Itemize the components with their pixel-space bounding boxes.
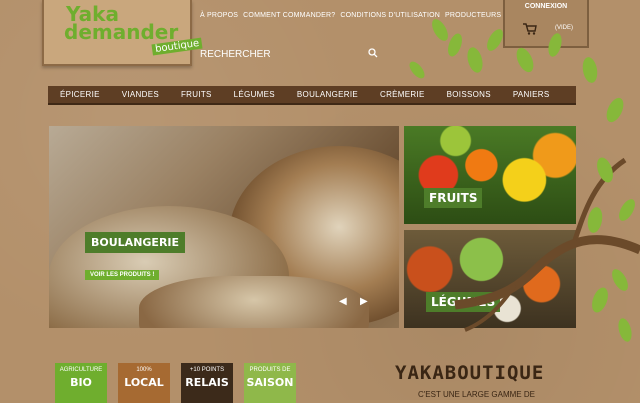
menu-boissons[interactable]: BOISSONS <box>447 90 491 99</box>
link-a-propos[interactable]: À PROPOS <box>200 12 238 19</box>
badge-big: LOCAL <box>124 376 164 389</box>
login-link[interactable]: CONNEXION <box>505 3 587 10</box>
badge-relais: +10 POINTS RELAIS <box>181 363 233 403</box>
link-comment-commander[interactable]: COMMENT COMMANDER? <box>243 12 335 19</box>
menu-boulangerie[interactable]: BOULANGERIE <box>297 90 358 99</box>
menu-paniers[interactable]: PANIERS <box>513 90 550 99</box>
link-producteurs[interactable]: PRODUCTEURS <box>445 12 501 19</box>
menu-fruits[interactable]: FRUITS <box>181 90 212 99</box>
cart-icon[interactable] <box>523 23 537 35</box>
badge-saison: PRODUITS DE SAISON <box>244 363 296 403</box>
fruits-label: FRUITS <box>424 188 483 208</box>
slider-prev-icon[interactable]: ◀ <box>339 296 347 307</box>
slider-cta-button[interactable]: VOIR LES PRODUITS ! <box>85 270 160 280</box>
badge-small: 100% <box>136 367 152 373</box>
menu-viandes[interactable]: VIANDES <box>122 90 159 99</box>
slider-next-icon[interactable]: ▶ <box>360 296 368 307</box>
cart-count: (VIDE) <box>555 25 573 31</box>
logo-line2: demander <box>64 20 179 44</box>
search-icon[interactable] <box>368 48 378 58</box>
site-logo[interactable]: Yaka demander boutique <box>42 0 203 66</box>
menu-epicerie[interactable]: ÉPICERIE <box>60 90 100 99</box>
badge-small: +10 POINTS <box>189 367 225 373</box>
search-bar <box>198 45 378 63</box>
about-tagline: C'EST UNE LARGE GAMME DE <box>418 390 535 399</box>
legumes-label: LÉGUMES <box>426 292 501 312</box>
badge-big: SAISON <box>246 376 294 389</box>
menu-legumes[interactable]: LÉGUMES <box>234 90 275 99</box>
link-conditions[interactable]: CONDITIONS D'UTILISATION <box>340 12 440 19</box>
account-box: CONNEXION (VIDE) <box>503 0 589 48</box>
menu-cremerie[interactable]: CRÈMERIE <box>380 90 425 99</box>
legumes-tile[interactable]: LÉGUMES <box>404 230 576 328</box>
top-links: À PROPOS COMMENT COMMANDER? CONDITIONS D… <box>200 12 501 19</box>
badge-local: 100% LOCAL <box>118 363 170 403</box>
bread-image <box>139 276 369 328</box>
badge-big: RELAIS <box>185 376 229 389</box>
main-menu: ÉPICERIE VIANDES FRUITS LÉGUMES BOULANGE… <box>48 86 576 105</box>
slider-title: BOULANGERIE <box>85 232 186 253</box>
search-input[interactable] <box>198 45 362 63</box>
fruits-tile[interactable]: FRUITS <box>404 126 576 224</box>
badge-bio: AGRICULTURE BIO <box>55 363 107 403</box>
badge-small: AGRICULTURE <box>59 367 103 373</box>
badge-big: BIO <box>70 376 92 389</box>
about-title: YAKABOUTIQUE <box>395 362 545 384</box>
badge-small: PRODUITS DE <box>249 367 291 373</box>
